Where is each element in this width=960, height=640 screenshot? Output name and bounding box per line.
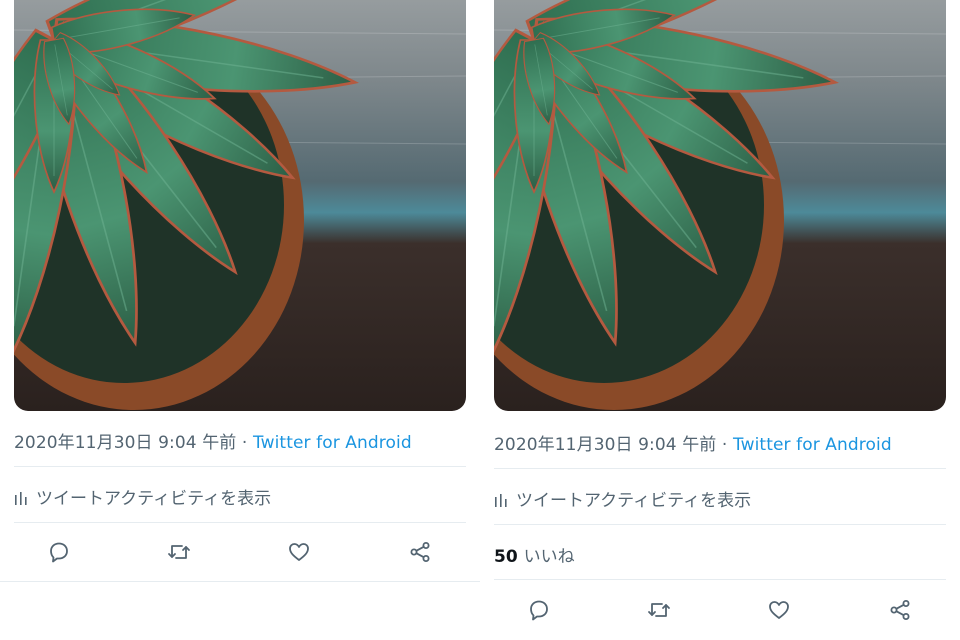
tweet-activity-label: ツイートアクティビティを表示	[36, 489, 272, 509]
succulent-photo	[494, 0, 946, 411]
tweet-timestamp[interactable]: 2020年11月30日 9:04 午前	[14, 433, 236, 453]
meta-separator: ·	[716, 435, 733, 455]
heart-icon	[769, 601, 789, 619]
retweet-icon	[168, 545, 190, 559]
tweet-source-link[interactable]: Twitter for Android	[733, 435, 892, 455]
reply-button[interactable]	[39, 532, 79, 572]
divider	[14, 522, 466, 523]
tweet-action-bar	[14, 532, 466, 572]
like-button[interactable]	[279, 532, 319, 572]
tweet-action-bar	[494, 590, 946, 630]
divider	[494, 579, 946, 580]
like-button[interactable]	[759, 590, 799, 630]
share-icon	[890, 600, 910, 620]
tweet-meta: 2020年11月30日 9:04 午前 · Twitter for Androi…	[494, 430, 892, 455]
retweet-button[interactable]	[159, 532, 199, 572]
tweet-detail-left: 2020年11月30日 9:04 午前 · Twitter for Androi…	[14, 0, 466, 640]
reply-button[interactable]	[519, 590, 559, 630]
tweet-timestamp[interactable]: 2020年11月30日 9:04 午前	[494, 435, 716, 455]
reply-icon	[50, 542, 68, 563]
tweet-source-link[interactable]: Twitter for Android	[253, 433, 412, 453]
tweet-activity-label: ツイートアクティビティを表示	[516, 491, 752, 511]
tweet-photo[interactable]	[494, 0, 946, 411]
tweet-activity-link[interactable]: ツイートアクティビティを表示	[494, 486, 751, 511]
likes-label: いいね	[523, 547, 575, 567]
tweet-detail-right: 2020年11月30日 9:04 午前 · Twitter for Androi…	[494, 0, 946, 640]
likes-count: 50	[494, 547, 518, 567]
divider	[14, 466, 466, 467]
tweet-photo[interactable]	[14, 0, 466, 411]
heart-icon	[289, 543, 309, 561]
divider	[0, 581, 480, 582]
succulent-photo	[14, 0, 466, 411]
analytics-icon	[15, 491, 27, 505]
share-button[interactable]	[400, 532, 440, 572]
retweet-icon	[648, 603, 670, 617]
meta-separator: ·	[236, 433, 253, 453]
share-icon	[410, 542, 430, 562]
tweet-meta: 2020年11月30日 9:04 午前 · Twitter for Androi…	[14, 428, 412, 453]
likes-stat[interactable]: 50 いいね	[494, 542, 575, 567]
tweet-activity-link[interactable]: ツイートアクティビティを表示	[14, 484, 271, 509]
retweet-button[interactable]	[639, 590, 679, 630]
reply-icon	[530, 600, 548, 621]
divider	[494, 468, 946, 469]
divider	[494, 524, 946, 525]
analytics-icon	[495, 493, 507, 507]
share-button[interactable]	[880, 590, 920, 630]
